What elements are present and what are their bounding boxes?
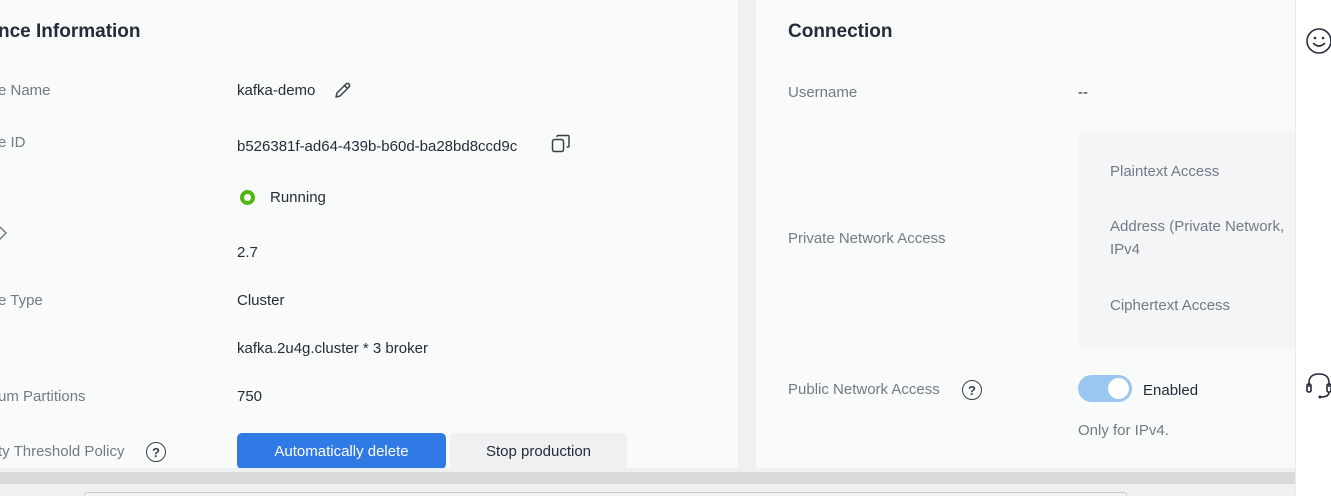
instance-id-label: e ID xyxy=(0,134,26,151)
public-toggle-label: Enabled xyxy=(1143,382,1199,399)
flavor-value: kafka.2u4g.cluster * 3 broker xyxy=(237,340,428,357)
public-network-toggle[interactable] xyxy=(1078,375,1132,402)
chevron-right-icon[interactable] xyxy=(0,224,9,242)
status-running-indicator xyxy=(240,190,255,205)
instance-type-label: e Type xyxy=(0,292,43,309)
instance-name-value: kafka-demo xyxy=(237,82,316,99)
username-label: Username xyxy=(788,84,858,101)
plaintext-access-label: Plaintext Access xyxy=(1110,163,1220,180)
instance-info-panel: nce Information e Name kafka-demo e ID b… xyxy=(0,0,738,468)
edit-icon[interactable] xyxy=(333,80,353,100)
capacity-threshold-label: ty Threshold Policy xyxy=(0,443,125,460)
stop-production-button[interactable]: Stop production xyxy=(450,433,627,468)
username-value: -- xyxy=(1078,84,1088,101)
version-value: 2.7 xyxy=(237,244,258,261)
public-note: Only for IPv4. xyxy=(1078,422,1169,439)
instance-type-value: Cluster xyxy=(237,292,285,309)
copy-icon[interactable] xyxy=(550,133,572,155)
address-ipv4-label: IPv4 xyxy=(1110,241,1141,258)
right-rail xyxy=(1295,0,1331,496)
instance-name-label: e Name xyxy=(0,82,51,99)
automatically-delete-button[interactable]: Automatically delete xyxy=(237,433,446,468)
max-partitions-label: um Partitions xyxy=(0,388,86,405)
max-partitions-value: 750 xyxy=(237,388,263,405)
connection-title: Connection xyxy=(788,21,893,42)
bottom-input-bar[interactable] xyxy=(84,492,1127,496)
private-network-label: Private Network Access xyxy=(788,230,946,247)
instance-info-title: nce Information xyxy=(0,21,141,42)
smiley-icon[interactable] xyxy=(1305,27,1331,55)
connection-panel: Connection Username -- Private Network A… xyxy=(756,0,1295,468)
ciphertext-access-label: Ciphertext Access xyxy=(1110,297,1231,314)
public-help-icon[interactable]: ? xyxy=(962,380,982,400)
public-network-label: Public Network Access xyxy=(788,381,940,398)
instance-id-value: b526381f-ad64-439b-b60d-ba28bd8ccd9c xyxy=(237,138,518,155)
headset-icon[interactable] xyxy=(1305,370,1331,400)
private-network-box: Plaintext Access Address (Private Networ… xyxy=(1078,132,1295,348)
toggle-knob xyxy=(1108,378,1129,399)
help-icon[interactable]: ? xyxy=(146,442,166,462)
status-value: Running xyxy=(270,189,326,206)
horizontal-scrollbar[interactable] xyxy=(0,472,1295,484)
address-label: Address (Private Network, xyxy=(1110,218,1285,235)
